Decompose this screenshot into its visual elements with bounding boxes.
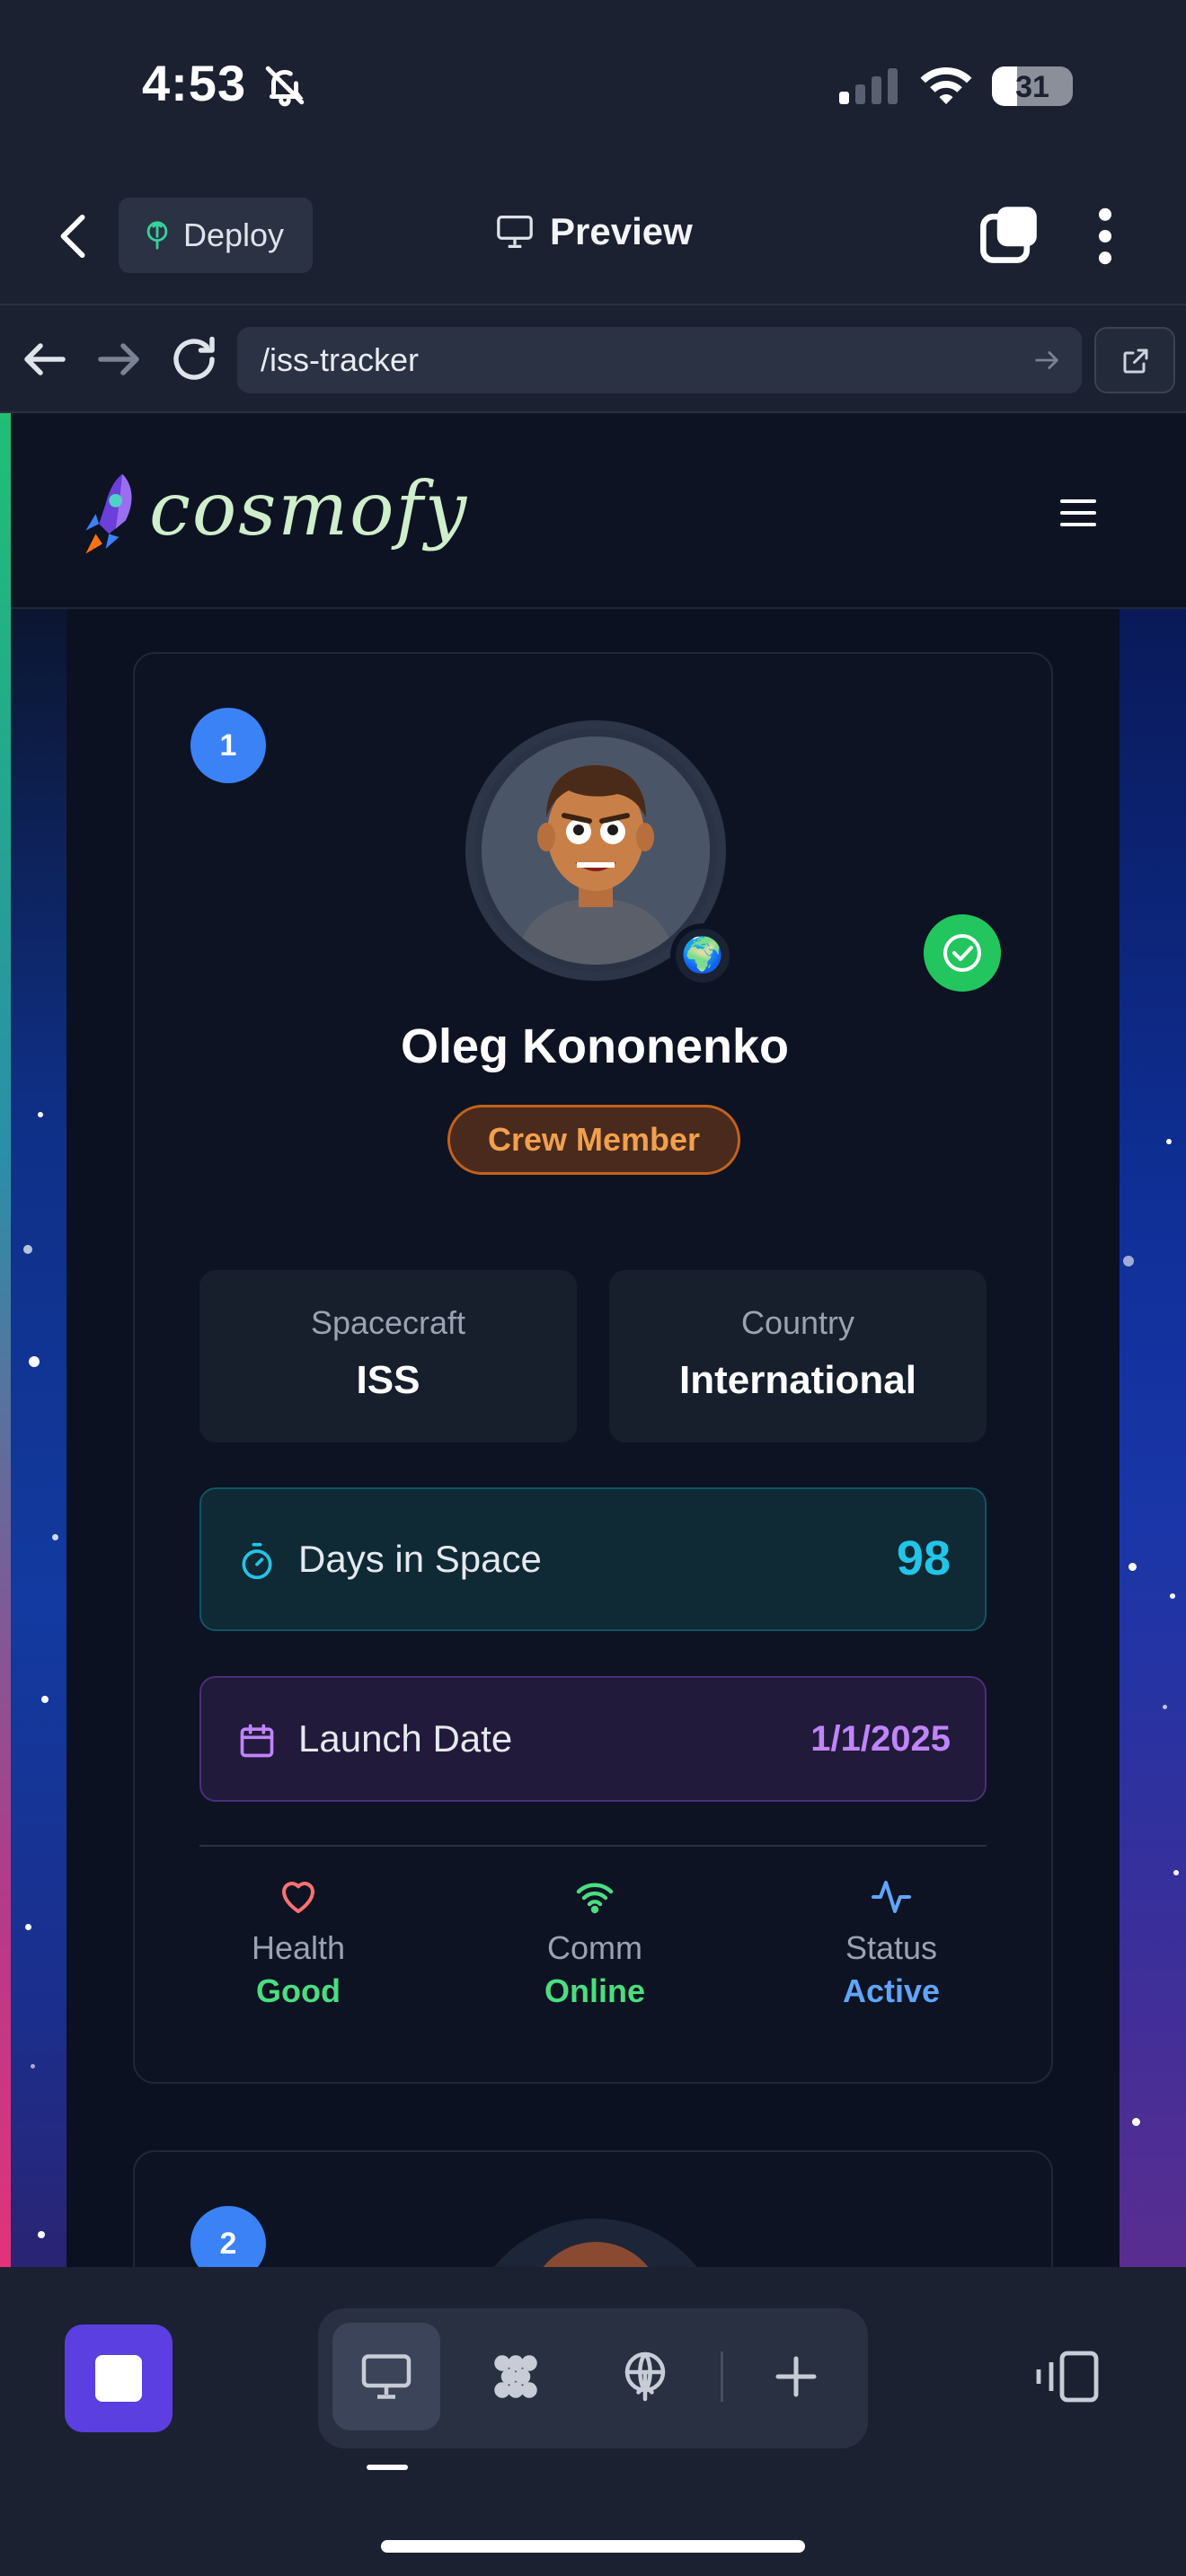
crew-card: 2 xyxy=(133,2150,1053,2267)
go-arrow-icon[interactable] xyxy=(1031,345,1062,375)
tabs-icon[interactable] xyxy=(979,205,1039,264)
active-tab-indicator xyxy=(367,2465,408,2470)
spacecraft-label: Spacecraft xyxy=(310,1304,466,1341)
site-logo-text[interactable]: cosmofy xyxy=(149,467,468,552)
spacecraft-value: ISS xyxy=(356,1358,420,1402)
view-switcher xyxy=(318,2308,868,2448)
open-external-button[interactable] xyxy=(1094,327,1175,393)
cellular-signal-icon xyxy=(839,66,898,104)
crew-index-badge: 1 xyxy=(190,708,266,783)
monitor-icon xyxy=(361,2354,412,2399)
browser-back-icon[interactable] xyxy=(18,332,72,386)
url-input[interactable]: /iss-tracker xyxy=(237,327,1082,393)
crew-list: 1 🌍 Oleg Kononenko Crew Member Spacecraf… xyxy=(66,609,1120,2267)
days-in-space-row: Days in Space 98 xyxy=(199,1487,987,1631)
vital-comm: Comm Online xyxy=(478,1875,712,2010)
status-time: 4:53 xyxy=(142,55,247,111)
avatar xyxy=(465,2219,726,2267)
devices-icon[interactable] xyxy=(1033,2348,1102,2405)
viewport-edge-accent xyxy=(0,413,11,2267)
stopwatch-icon xyxy=(242,1542,272,1580)
verified-check-icon xyxy=(924,914,1001,992)
crew-card: 1 🌍 Oleg Kononenko Crew Member Spacecraf… xyxy=(133,652,1053,2084)
monitor-icon xyxy=(497,215,533,248)
role-badge: Crew Member xyxy=(447,1105,740,1175)
battery-percent: 31 xyxy=(1015,70,1049,104)
grid-blob-icon xyxy=(494,2355,537,2398)
space-background-right xyxy=(1120,609,1186,2267)
bottom-toolbar xyxy=(0,2267,1186,2576)
vital-label: Comm xyxy=(547,1929,642,1966)
app-toolbar: Deploy Preview xyxy=(0,171,1186,305)
vital-label: Health xyxy=(251,1929,346,1966)
deploy-icon xyxy=(146,221,168,250)
back-chevron-icon[interactable] xyxy=(56,214,92,259)
deploy-view-tab[interactable] xyxy=(591,2323,699,2430)
reload-icon[interactable] xyxy=(167,332,221,386)
days-label: Days in Space xyxy=(298,1538,542,1580)
web-viewport: cosmofy 1 🌍 Oleg Kononenko Crew Member S… xyxy=(0,413,1186,2267)
heart-icon xyxy=(282,1882,314,1913)
launch-date-value: 1/1/2025 xyxy=(810,1719,951,1759)
wifi-icon xyxy=(920,67,972,104)
stop-button[interactable] xyxy=(65,2325,173,2432)
status-bar: 4:53 31 xyxy=(0,0,1186,171)
menu-hamburger-icon[interactable] xyxy=(1060,499,1096,528)
vital-value: Online xyxy=(544,1972,645,2009)
desktop-view-tab[interactable] xyxy=(332,2323,440,2430)
days-value: 98 xyxy=(896,1531,951,1585)
add-tab-button[interactable] xyxy=(742,2323,850,2430)
url-bar: /iss-tracker xyxy=(0,305,1186,413)
home-indicator[interactable] xyxy=(381,2540,805,2553)
vital-label: Status xyxy=(845,1929,938,1966)
apps-view-tab[interactable] xyxy=(462,2323,570,2430)
vital-status: Status Active xyxy=(774,1875,1008,2010)
activity-icon xyxy=(872,1881,911,1913)
calendar-icon xyxy=(240,1724,274,1758)
browser-forward-icon[interactable] xyxy=(92,332,146,386)
launch-date-row: Launch Date 1/1/2025 xyxy=(199,1676,987,1802)
stop-icon xyxy=(95,2355,142,2402)
deploy-button[interactable]: Deploy xyxy=(119,198,313,273)
preview-label: Preview xyxy=(550,210,693,252)
vital-value: Active xyxy=(842,1972,941,2009)
launch-label: Launch Date xyxy=(298,1717,513,1760)
globe-country-icon: 🌍 xyxy=(670,923,735,988)
crew-name: Oleg Kononenko xyxy=(401,1019,789,1073)
astronaut-avatar-icon xyxy=(482,737,710,965)
url-text: /iss-tracker xyxy=(261,341,420,378)
country-label: Country xyxy=(740,1304,855,1341)
spacecraft-stat: Spacecraft ISS xyxy=(199,1270,577,1442)
external-link-icon xyxy=(1123,348,1148,374)
battery-indicator: 31 xyxy=(992,66,1073,106)
deploy-label: Deploy xyxy=(183,216,285,253)
divider xyxy=(199,1845,987,1847)
space-background-left xyxy=(11,609,66,2267)
site-header: cosmofy xyxy=(11,413,1186,609)
rocket-logo-icon[interactable] xyxy=(79,471,146,560)
vital-value: Good xyxy=(256,1972,341,2009)
preview-tab[interactable]: Preview xyxy=(494,210,693,253)
country-stat: Country International xyxy=(609,1270,987,1442)
country-value: International xyxy=(678,1358,917,1402)
bell-muted-icon xyxy=(265,66,305,107)
separator xyxy=(721,2351,723,2402)
wifi-icon xyxy=(576,1883,614,1914)
deploy-globe-icon xyxy=(624,2351,666,2402)
vital-health: Health Good xyxy=(181,1875,415,2010)
crew-index-badge: 2 xyxy=(190,2206,266,2267)
plus-icon xyxy=(775,2356,817,2397)
more-options-icon[interactable] xyxy=(1087,207,1123,266)
